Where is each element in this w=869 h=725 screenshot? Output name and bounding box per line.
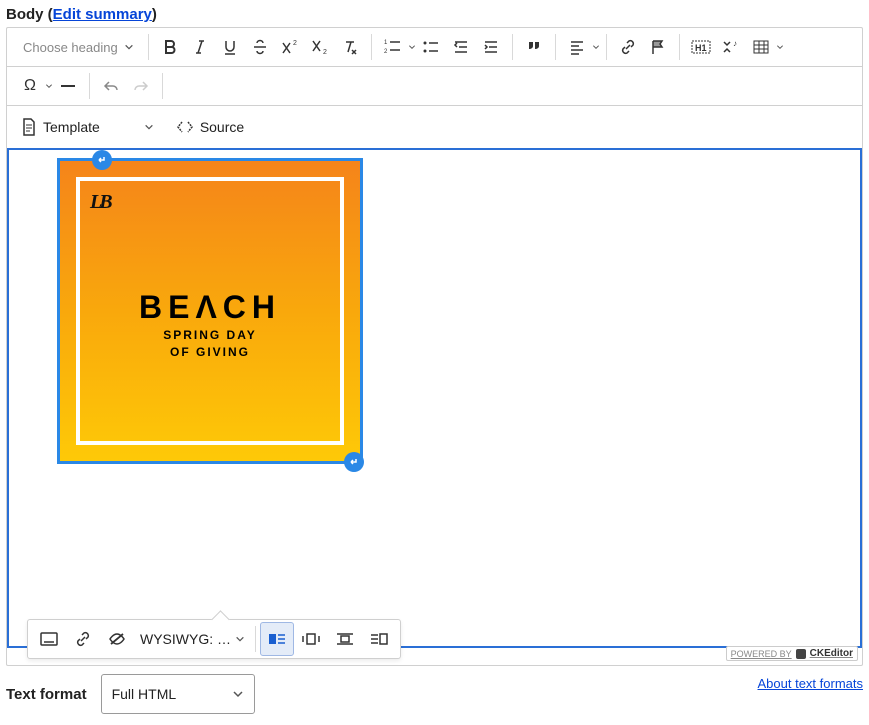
- text-format-select[interactable]: Full HTML: [101, 674, 255, 714]
- flag-button[interactable]: [643, 32, 673, 62]
- image-logo: LB: [90, 191, 110, 214]
- link-image-button[interactable]: [66, 622, 100, 656]
- chevron-down-icon: [124, 42, 134, 52]
- paragraph-handle-top[interactable]: [92, 150, 112, 170]
- content-editable-area[interactable]: LB BEΛCH SPRING DAY OF GIVING WYSIWYG: …: [7, 148, 862, 648]
- table-button[interactable]: [746, 32, 776, 62]
- horizontal-line-button[interactable]: [53, 71, 83, 101]
- ckeditor-logo-icon: [796, 649, 806, 659]
- body-label: Body (Edit summary): [6, 6, 863, 23]
- bold-button[interactable]: [155, 32, 185, 62]
- template-label: Template: [43, 119, 100, 135]
- numbered-list-button[interactable]: 12: [378, 32, 408, 62]
- svg-text:2: 2: [384, 49, 388, 55]
- hide-media-button[interactable]: [100, 622, 134, 656]
- remove-format-button[interactable]: [335, 32, 365, 62]
- superscript-button[interactable]: 2: [275, 32, 305, 62]
- chevron-down-icon: [235, 634, 245, 644]
- toolbar-row-1: Choose heading 2 2 12: [7, 28, 862, 67]
- outdent-button[interactable]: [446, 32, 476, 62]
- underline-button[interactable]: [215, 32, 245, 62]
- toggle-caption-button[interactable]: [32, 622, 66, 656]
- chevron-down-icon: [592, 41, 600, 53]
- source-button[interactable]: Source: [168, 110, 252, 144]
- svg-text:2: 2: [323, 49, 327, 55]
- ckeditor: Choose heading 2 2 12: [6, 27, 863, 666]
- align-break-left-button[interactable]: [260, 622, 294, 656]
- special-characters-button[interactable]: Ω: [15, 71, 45, 101]
- chevron-down-icon: [408, 41, 416, 53]
- document-icon: [21, 118, 37, 136]
- source-label: Source: [200, 119, 244, 135]
- alignment-button[interactable]: [562, 32, 592, 62]
- redo-button[interactable]: [126, 71, 156, 101]
- align-inline-button[interactable]: [294, 622, 328, 656]
- italic-button[interactable]: [185, 32, 215, 62]
- return-icon: [348, 456, 360, 468]
- toolbar-row-3: Template Source: [7, 106, 862, 148]
- blockquote-button[interactable]: [519, 32, 549, 62]
- heading-dropdown-label: Choose heading: [23, 40, 118, 55]
- toolbar-row-2: Ω: [7, 67, 862, 106]
- chevron-down-icon: [144, 122, 154, 132]
- image-subtitle: SPRING DAY OF GIVING: [60, 327, 360, 361]
- link-button[interactable]: [613, 32, 643, 62]
- paragraph-handle-bottom[interactable]: [344, 452, 364, 472]
- align-center-button[interactable]: [328, 622, 362, 656]
- powered-by-link[interactable]: POWERED BY CKEditor: [726, 646, 858, 661]
- svg-text:♪: ♪: [733, 39, 737, 48]
- wysiwyg-view-dropdown[interactable]: WYSIWYG: …: [134, 631, 251, 647]
- text-format-value: Full HTML: [112, 686, 177, 702]
- return-icon: [96, 154, 108, 166]
- chevron-down-icon: [45, 80, 53, 92]
- image-title: BEΛCH: [60, 289, 360, 326]
- chevron-down-icon: [232, 688, 244, 700]
- powered-brand: CKEditor: [810, 648, 853, 659]
- heading-block-button[interactable]: H1: [686, 32, 716, 62]
- text-format-row: Text format Full HTML About text formats: [6, 674, 863, 714]
- strikethrough-button[interactable]: [245, 32, 275, 62]
- edit-summary-link[interactable]: Edit summary: [53, 6, 152, 23]
- about-text-formats-link[interactable]: About text formats: [758, 676, 864, 691]
- body-label-text: Body: [6, 6, 44, 23]
- media-button[interactable]: ♪: [716, 32, 746, 62]
- wysiwyg-label: WYSIWYG: …: [140, 631, 231, 647]
- svg-text:2: 2: [293, 40, 297, 47]
- selected-image-widget[interactable]: LB BEΛCH SPRING DAY OF GIVING: [57, 158, 363, 464]
- chevron-down-icon: [776, 41, 784, 53]
- template-dropdown[interactable]: Template: [13, 110, 162, 144]
- subscript-button[interactable]: 2: [305, 32, 335, 62]
- heading-dropdown[interactable]: Choose heading: [15, 32, 142, 62]
- bulleted-list-button[interactable]: [416, 32, 446, 62]
- align-break-right-button[interactable]: [362, 622, 396, 656]
- text-format-label: Text format: [6, 686, 87, 703]
- powered-prefix: POWERED BY: [731, 649, 792, 659]
- svg-text:H1: H1: [695, 43, 707, 53]
- undo-button[interactable]: [96, 71, 126, 101]
- svg-text:1: 1: [384, 40, 388, 46]
- source-icon: [176, 118, 194, 136]
- indent-button[interactable]: [476, 32, 506, 62]
- image-balloon-toolbar: WYSIWYG: …: [27, 619, 401, 659]
